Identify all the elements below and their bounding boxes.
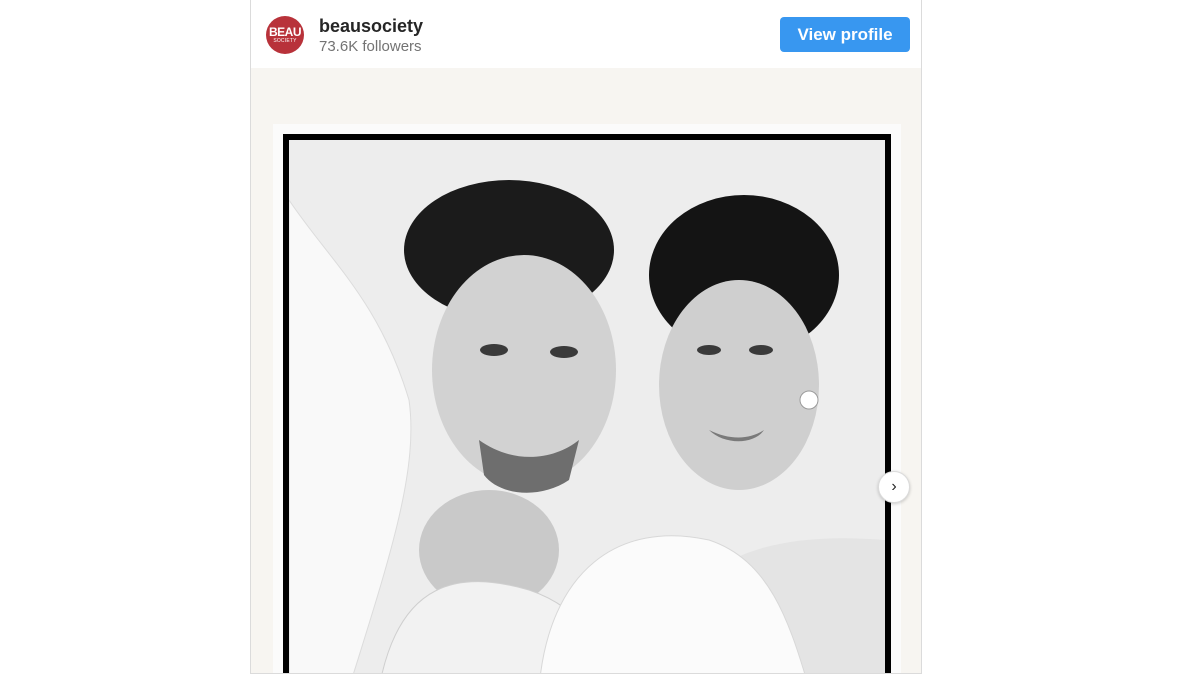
photo-illustration: [289, 140, 885, 673]
post-photo: [289, 140, 885, 673]
instagram-embed: BEAU SOCIETY beausociety 73.6K followers…: [250, 0, 922, 674]
view-profile-button[interactable]: View profile: [780, 17, 910, 52]
carousel-next-button[interactable]: ›: [878, 471, 910, 503]
avatar[interactable]: BEAU SOCIETY: [266, 16, 304, 54]
chevron-right-icon: ›: [891, 478, 897, 495]
post-media[interactable]: ›: [251, 68, 921, 673]
follower-count: 73.6K followers: [319, 38, 422, 55]
avatar-logo-subtext: SOCIETY: [273, 38, 297, 44]
photo-frame: [283, 134, 891, 673]
post-header: BEAU SOCIETY beausociety 73.6K followers…: [251, 0, 921, 68]
username-link[interactable]: beausociety: [319, 16, 423, 37]
photo-card: [273, 124, 901, 673]
avatar-logo-text: BEAU: [268, 25, 302, 39]
